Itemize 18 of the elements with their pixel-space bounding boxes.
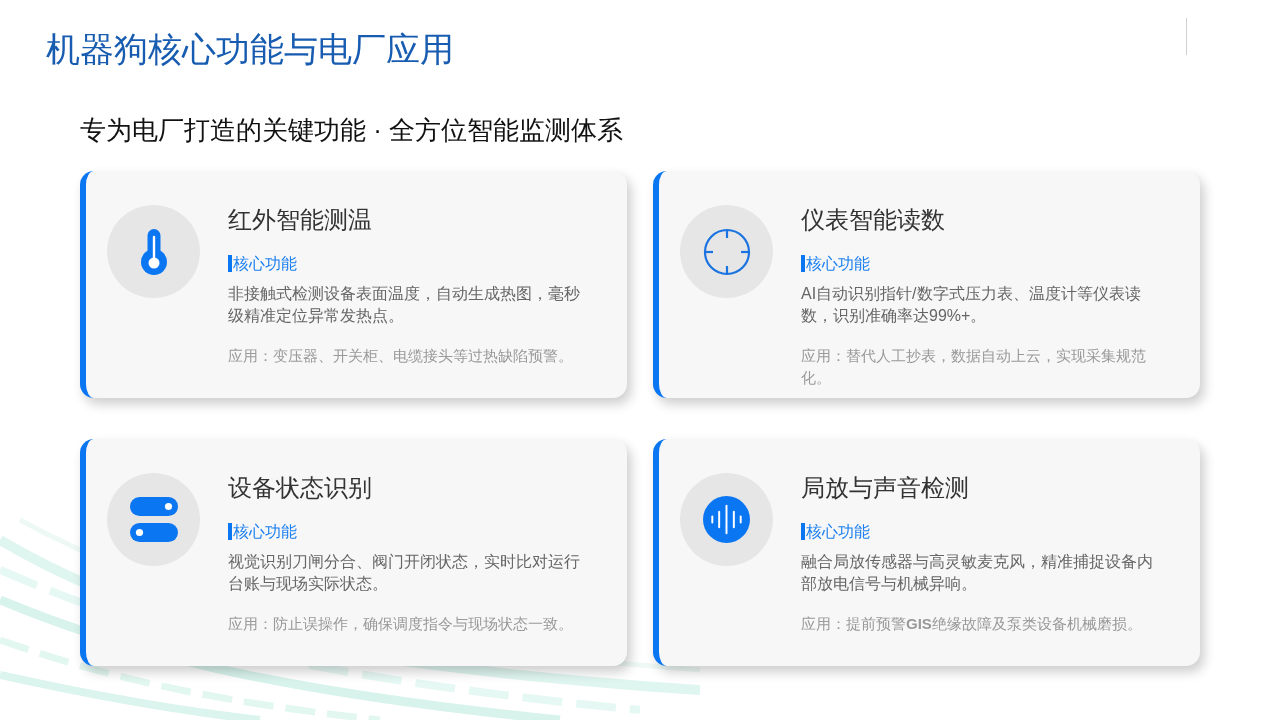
card-application: 应用：变压器、开关柜、电缆接头等过热缺陷预警。 — [228, 346, 574, 366]
card-title: 局放与声音检测 — [801, 473, 969, 503]
feature-label: 核心功能 — [801, 255, 870, 272]
card-title: 红外智能测温 — [228, 205, 372, 235]
card-description: 视觉识别刀闸分合、阀门开闭状态，实时比对运行台账与现场实际状态。 — [228, 552, 581, 594]
feature-label: 核心功能 — [801, 523, 870, 540]
card-application: 应用：替代人工抄表，数据自动上云，实现采集规范化。 — [801, 346, 1147, 388]
card-description: 非接触式检测设备表面温度，自动生成热图，毫秒级精准定位异常发热点。 — [228, 284, 581, 326]
card-description: AI自动识别指针/数字式压力表、温度计等仪表读数，识别准确率达99%+。 — [801, 284, 1142, 326]
card-title: 设备状态识别 — [228, 473, 372, 503]
card-title: 仪表智能读数 — [801, 205, 945, 235]
feature-label: 核心功能 — [228, 255, 297, 272]
card-description: 融合局放传感器与高灵敏麦克风，精准捕捉设备内部放电信号与机械异响。 — [801, 552, 1154, 594]
page-title: 机器狗核心功能与电厂应用 — [46, 29, 454, 70]
feature-label: 核心功能 — [228, 523, 297, 540]
card-application: 应用：提前预警GIS绝缘故障及泵类设备机械磨损。 — [801, 614, 1143, 634]
page-subtitle: 专为电厂打造的关键功能 · 全方位智能监测体系 — [80, 114, 624, 147]
card-application: 应用：防止误操作，确保调度指令与现场状态一致。 — [228, 614, 574, 634]
